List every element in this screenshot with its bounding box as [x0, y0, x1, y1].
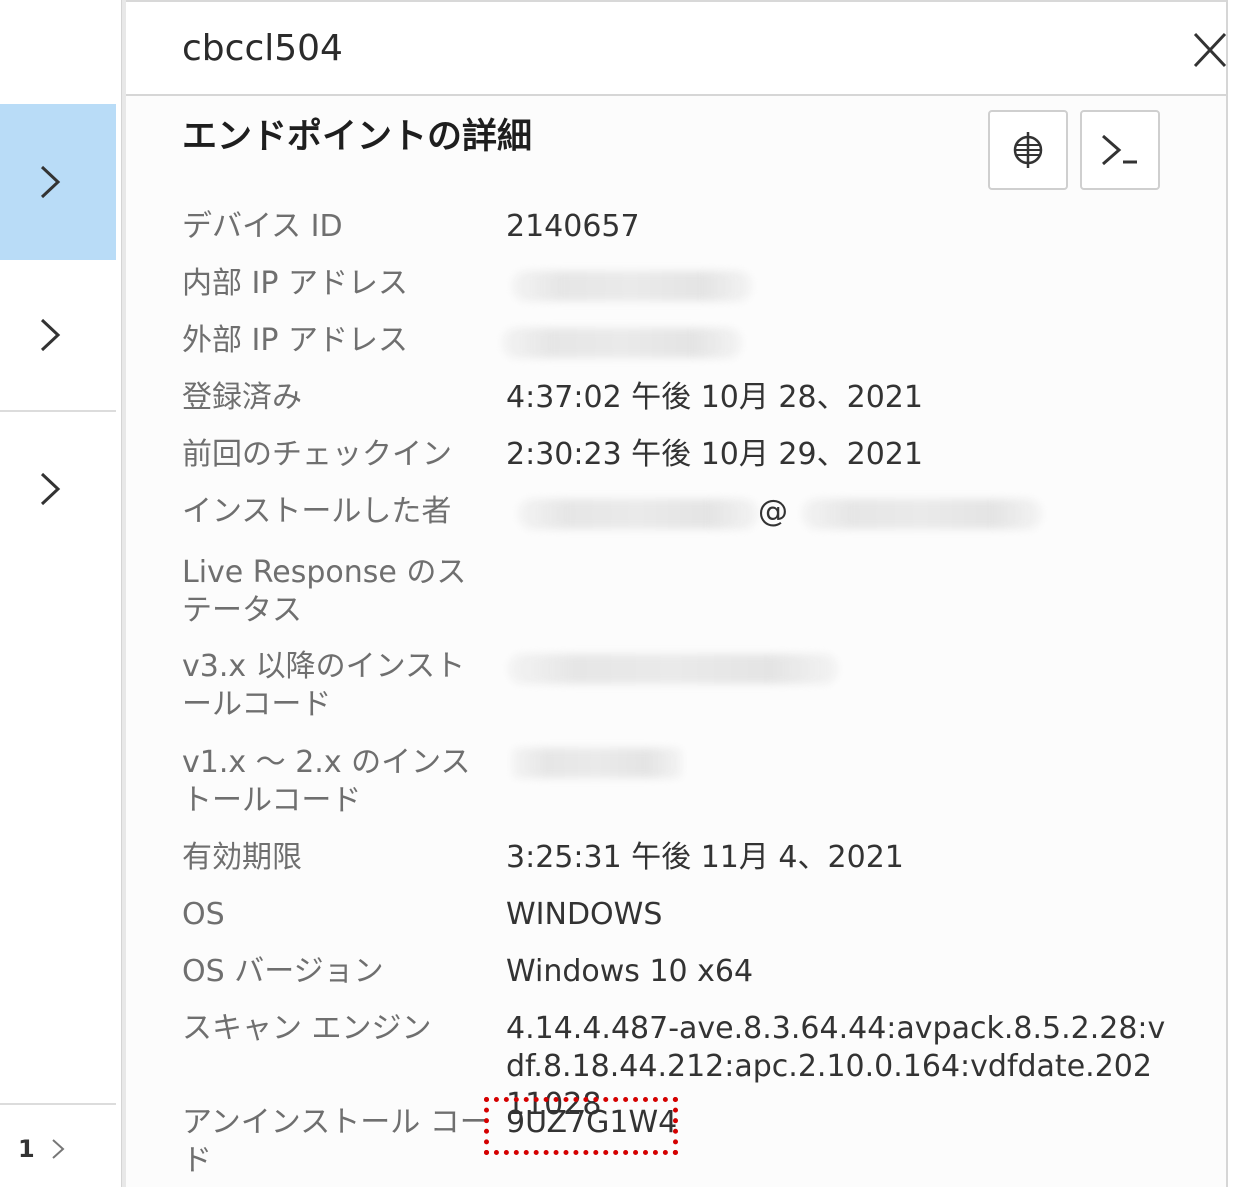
detail-label: v3.x 以降のインストールコード — [182, 649, 466, 722]
redacted-value — [802, 499, 1042, 529]
locate-button[interactable] — [988, 110, 1068, 190]
terminal-icon — [1102, 134, 1137, 166]
detail-value: 3:25:31 午後 11月 4、2021 — [506, 840, 904, 875]
detail-label: 前回のチェックイン — [182, 437, 452, 472]
sidebar-divider — [0, 1103, 116, 1105]
crosshair-globe-icon — [1013, 132, 1043, 168]
detail-label: デバイス ID — [182, 209, 343, 244]
detail-label: OS バージョン — [182, 954, 384, 989]
detail-label: Live Response のステータス — [182, 555, 467, 628]
sidebar-row-1[interactable] — [0, 104, 116, 260]
sidebar-row-2[interactable] — [0, 260, 116, 410]
detail-label: インストールした者 — [182, 494, 452, 529]
panel-header: cbccl504 — [126, 2, 1228, 96]
pager-next-icon[interactable] — [51, 1138, 65, 1160]
redacted-value — [508, 654, 838, 684]
window-right-edge — [1226, 0, 1245, 1187]
chevron-right-icon — [40, 472, 61, 506]
section-title: エンドポイントの詳細 — [182, 117, 533, 157]
detail-label: 登録済み — [182, 380, 302, 415]
terminal-button[interactable] — [1080, 110, 1160, 190]
panel-title: cbccl504 — [182, 28, 343, 69]
detail-value: 4:37:02 午後 10月 28、2021 — [506, 380, 923, 415]
endpoint-detail-panel: cbccl504 エンドポイントの詳細 デバイス ID 2140657 内部 I… — [126, 0, 1228, 1187]
chevron-right-icon — [40, 318, 61, 352]
sidebar-row-3[interactable] — [0, 412, 116, 562]
detail-value-at: @ — [758, 494, 788, 529]
detail-label: アンインストール コード — [182, 1105, 490, 1178]
detail-label: 有効期限 — [182, 840, 302, 875]
detail-value: WINDOWS — [506, 897, 663, 932]
close-icon[interactable] — [1192, 30, 1228, 70]
detail-label: v1.x ～ 2.x のインストールコード — [182, 745, 471, 818]
detail-label: OS — [182, 897, 225, 932]
detail-value: 9UZ7G1W4 — [506, 1105, 678, 1140]
pager-page-number[interactable]: 1 — [18, 1135, 35, 1163]
detail-value: 2:30:23 午後 10月 29、2021 — [506, 437, 923, 472]
chevron-right-icon — [40, 165, 61, 199]
detail-value: 2140657 — [506, 209, 640, 244]
redacted-value — [502, 328, 742, 358]
redacted-value — [512, 271, 752, 301]
redacted-value — [518, 499, 758, 529]
app-window: 1 cbccl504 エンドポイントの詳細 デバイス ID 2140657 内部… — [0, 0, 1245, 1187]
pager: 1 — [18, 1135, 65, 1163]
sidebar: 1 — [0, 0, 116, 1187]
detail-label: スキャン エンジン — [182, 1011, 432, 1046]
detail-label: 内部 IP アドレス — [182, 266, 409, 301]
detail-value: Windows 10 x64 — [506, 954, 754, 989]
detail-label: 外部 IP アドレス — [182, 323, 409, 358]
redacted-value — [512, 748, 682, 778]
